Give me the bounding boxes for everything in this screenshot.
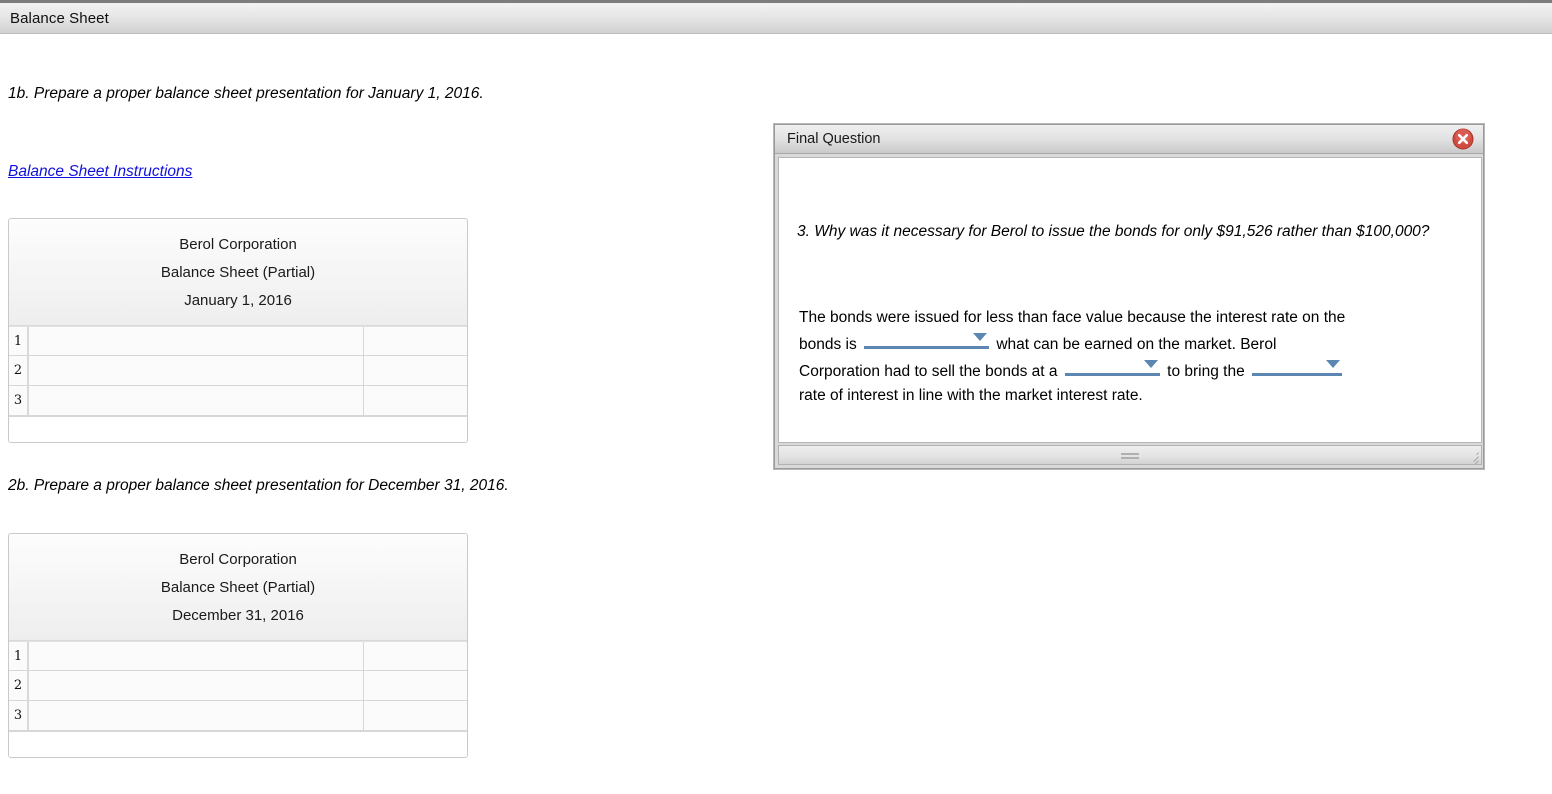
balance-sheet-table-jan: Berol Corporation Balance Sheet (Partial…	[8, 218, 468, 443]
answer-fill-in-the-blank: The bonds were issued for less than face…	[799, 306, 1359, 408]
row-number: 3	[9, 701, 29, 730]
table-row: 1	[9, 326, 467, 356]
dialog-footer	[778, 445, 1482, 465]
sheet-date: December 31, 2016	[172, 607, 304, 624]
sheet-header-dec: Berol Corporation Balance Sheet (Partial…	[9, 534, 467, 641]
sheet-rows-dec: 1 2 3	[9, 641, 467, 731]
final-question-dialog: Final Question 3. Why was it necessary f…	[774, 124, 1484, 469]
table-row: 2	[9, 671, 467, 701]
row-number: 2	[9, 356, 29, 385]
row-number: 3	[9, 386, 29, 415]
row-number: 1	[9, 642, 29, 670]
row-description-cell[interactable]	[29, 356, 364, 385]
page-content: 1b. Prepare a proper balance sheet prese…	[0, 34, 1552, 794]
final-question-text: 3. Why was it necessary for Berol to iss…	[797, 223, 1430, 240]
drag-grip-icon[interactable]	[1121, 453, 1139, 459]
close-circle-icon[interactable]	[1451, 127, 1475, 151]
table-row: 2	[9, 356, 467, 386]
row-number: 1	[9, 327, 29, 355]
chevron-down-icon	[1143, 360, 1158, 368]
dialog-body: 3. Why was it necessary for Berol to iss…	[778, 157, 1482, 443]
sheet-footer-dec	[9, 731, 467, 757]
dialog-titlebar[interactable]: Final Question	[775, 125, 1483, 154]
prompt-1b: 1b. Prepare a proper balance sheet prese…	[8, 85, 484, 102]
dialog-title: Final Question	[787, 131, 881, 147]
row-description-cell[interactable]	[29, 701, 364, 730]
row-amount-cell[interactable]	[364, 671, 467, 700]
sheet-company-name: Berol Corporation	[179, 551, 297, 568]
balance-sheet-table-dec: Berol Corporation Balance Sheet (Partial…	[8, 533, 468, 758]
sheet-statement-name: Balance Sheet (Partial)	[160, 579, 316, 596]
answer-part-3: to bring the	[1167, 363, 1245, 380]
answer-part-4: rate of interest in line with the market…	[799, 387, 1143, 404]
sheet-header-jan: Berol Corporation Balance Sheet (Partial…	[9, 219, 467, 326]
app-header: Balance Sheet	[0, 0, 1552, 34]
prompt-2b: 2b. Prepare a proper balance sheet prese…	[8, 477, 509, 494]
table-row: 3	[9, 386, 467, 416]
row-number: 2	[9, 671, 29, 700]
row-description-cell[interactable]	[29, 327, 364, 355]
row-amount-cell[interactable]	[364, 701, 467, 730]
row-amount-cell[interactable]	[364, 327, 467, 355]
chevron-down-icon	[973, 333, 988, 341]
resize-handle-icon[interactable]	[1464, 448, 1480, 464]
table-row: 3	[9, 701, 467, 731]
sheet-statement-name: Balance Sheet (Partial)	[160, 264, 316, 281]
sheet-company-name: Berol Corporation	[179, 236, 297, 253]
row-description-cell[interactable]	[29, 671, 364, 700]
balance-sheet-instructions-link[interactable]: Balance Sheet Instructions	[8, 163, 192, 181]
sheet-date: January 1, 2016	[184, 292, 292, 309]
sheet-footer-jan	[9, 416, 467, 442]
row-amount-cell[interactable]	[364, 642, 467, 670]
chevron-down-icon	[1326, 360, 1341, 368]
dropdown-rate-type[interactable]	[1252, 357, 1343, 376]
row-amount-cell[interactable]	[364, 356, 467, 385]
row-description-cell[interactable]	[29, 642, 364, 670]
dropdown-price-type[interactable]	[1064, 357, 1160, 376]
row-amount-cell[interactable]	[364, 386, 467, 415]
table-row: 1	[9, 641, 467, 671]
sheet-rows-jan: 1 2 3	[9, 326, 467, 416]
page-title: Balance Sheet	[10, 10, 109, 27]
dropdown-comparison[interactable]	[864, 330, 990, 349]
row-description-cell[interactable]	[29, 386, 364, 415]
